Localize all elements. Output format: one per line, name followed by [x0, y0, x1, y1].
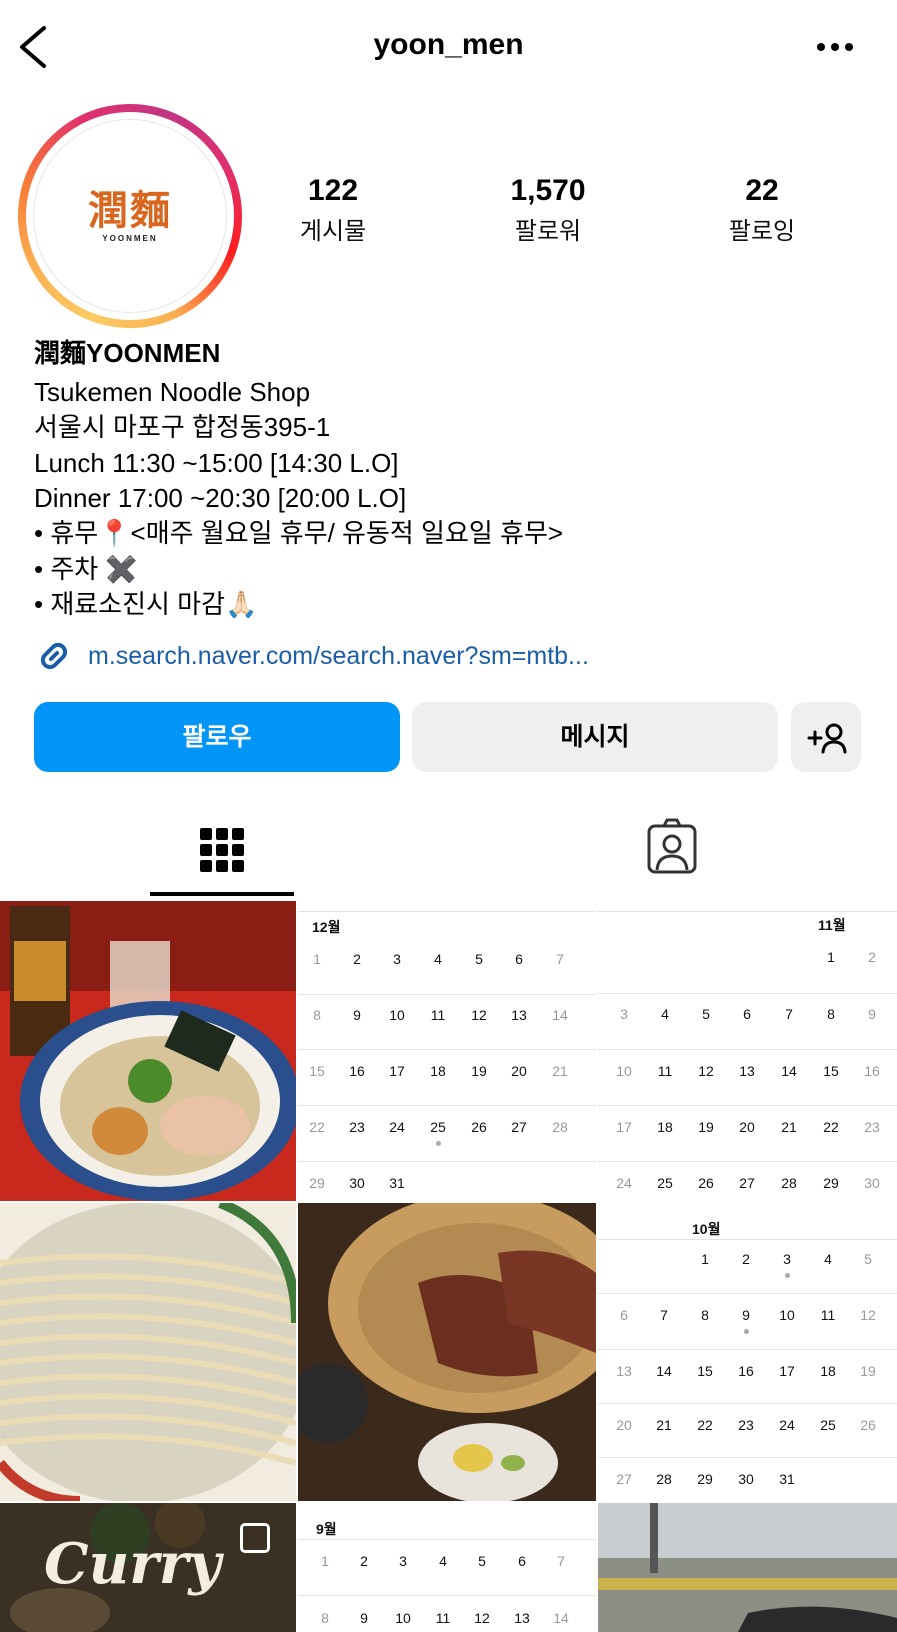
bio-line: • 주차 ✖️ [34, 554, 138, 584]
post-thumbnail[interactable]: 12월 1234567 8 9 10 11 12 13 14 15 16 17 18 19 20 21 … [298, 901, 596, 1201]
logo-text: 潤麵 [88, 188, 172, 234]
following-label: 팔로잉 [728, 218, 796, 245]
bio-link-icon [34, 636, 74, 676]
bio-line: • 재료소진시 마감🙏🏻 [34, 589, 258, 619]
posts-label: 게시물 [299, 218, 367, 245]
post-thumbnail[interactable] [0, 901, 296, 1201]
street-photo [598, 1503, 897, 1632]
bio-line: Dinner 17:00 ~20:30 [20:00 L.O] [34, 483, 407, 513]
posts-count[interactable]: 122 [243, 174, 423, 208]
tab-tagged[interactable] [600, 808, 744, 896]
bio-line: Lunch 11:30 ~15:00 [14:30 L.O] [34, 448, 399, 478]
message-button[interactable]: 메시지 [412, 702, 778, 772]
calendar-november: 11월 12 3456789 10 11 12 13 14 15 16 17 18 19 20 21… [598, 901, 897, 1201]
bio-line: • 휴무📍<매주 월요일 휴무/ 유동적 일요일 휴무> [34, 518, 564, 548]
follow-button[interactable]: 팔로우 [34, 702, 400, 772]
suggest-users-button[interactable] [791, 702, 861, 772]
active-tab-indicator [150, 892, 294, 896]
logo-subtext: YOONMEN [102, 234, 158, 243]
ramen-photo [0, 901, 296, 1201]
curry-text: Curry [44, 1531, 221, 1597]
post-thumbnail[interactable]: 9월 1234567 8 9 10 11 12 13 14 [298, 1503, 596, 1632]
grid-icon [200, 828, 244, 872]
calendar-december: 12월 1234567 8 9 10 11 12 13 14 15 16 17 18 19 20 21 … [298, 901, 596, 1201]
post-thumbnail[interactable]: 10월 12345 6 7 8 9 10 11 12 13 14 15 16 17 18 19 20 21… [598, 1203, 897, 1501]
calendar-month: 12월 [312, 919, 341, 935]
calendar-month: 9월 [316, 1521, 337, 1537]
bio-line: 서울시 마포구 합정동395-1 [34, 412, 331, 442]
more-horizontal-icon [817, 43, 853, 51]
post-thumbnail[interactable] [598, 1503, 897, 1632]
calendar-month: 11월 [818, 917, 846, 933]
calendar-month: 10월 [692, 1221, 721, 1237]
post-thumbnail[interactable]: Curry [0, 1503, 296, 1632]
profile-display-name: 潤麵YOONMEN [34, 338, 221, 368]
carousel-icon [240, 1523, 270, 1553]
add-user-icon [807, 723, 847, 754]
calendar-october: 10월 12345 6 7 8 9 10 11 12 13 14 15 16 17 18 19 20 21… [598, 1203, 897, 1501]
profile-username: yoon_men [373, 28, 524, 61]
post-thumbnail[interactable] [298, 1203, 596, 1501]
more-options-button[interactable] [813, 30, 857, 64]
noodles-photo [0, 1203, 296, 1501]
tab-posts-grid[interactable] [150, 808, 294, 896]
post-thumbnail[interactable]: 11월 12 3456789 10 11 12 13 14 15 16 17 18 19 20 21… [598, 901, 897, 1201]
following-count[interactable]: 22 [672, 174, 852, 208]
followers-label: 팔로워 [514, 218, 582, 245]
followers-count[interactable]: 1,570 [458, 174, 638, 208]
tagged-person-icon [647, 818, 697, 874]
bio-link[interactable]: m.search.naver.com/search.naver?sm=mtb..… [88, 642, 589, 671]
post-thumbnail[interactable] [0, 1203, 296, 1501]
bio-line: Tsukemen Noodle Shop [34, 377, 311, 407]
calendar-september: 9월 1234567 8 9 10 11 12 13 14 [298, 1503, 596, 1632]
tsukemen-photo [298, 1203, 596, 1501]
